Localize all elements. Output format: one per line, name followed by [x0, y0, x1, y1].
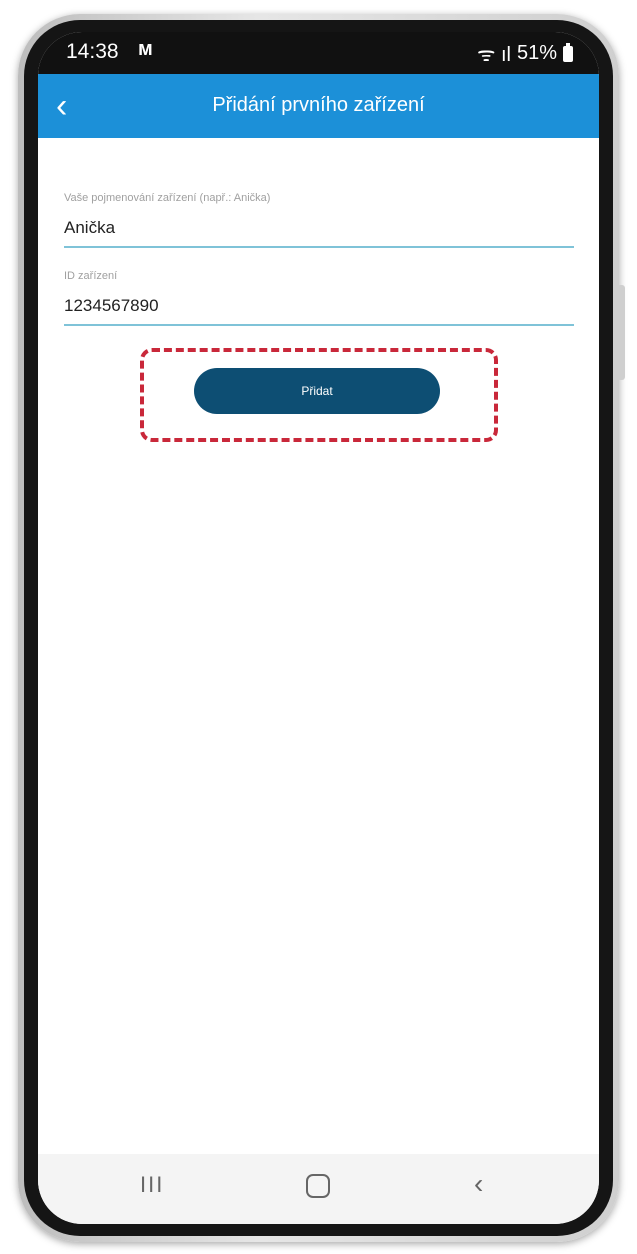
device-name-field[interactable]: Vaše pojmenování zařízení (např.: Anička…	[64, 192, 574, 248]
add-button[interactable]: Přidat	[194, 368, 440, 414]
device-name-input[interactable]: Anička	[64, 218, 574, 238]
battery-icon	[563, 42, 573, 62]
add-device-form: Vaše pojmenování zařízení (např.: Anička…	[64, 192, 574, 326]
notification-icon: ᴍ	[138, 38, 153, 60]
device-name-label: Vaše pojmenování zařízení (např.: Anička…	[64, 192, 271, 204]
phone-side-button	[617, 285, 625, 380]
recents-button[interactable]: III	[140, 1172, 164, 1198]
page-title: Přidání prvního zařízení	[212, 94, 425, 116]
signal-icon: ᯤ ıl	[477, 44, 511, 66]
system-nav-bar: III ‹	[38, 1154, 599, 1224]
status-time: 14:38	[66, 40, 119, 63]
status-indicators: ᯤ ıl 51%	[477, 40, 573, 67]
app-bar: ‹ Přidání prvního zařízení	[38, 74, 599, 138]
device-id-label: ID zařízení	[64, 270, 118, 282]
device-id-input[interactable]: 1234567890	[64, 296, 574, 316]
nav-back-button[interactable]: ‹	[474, 1168, 483, 1200]
status-bar: 14:38 ᴍ ᯤ ıl 51%	[38, 32, 599, 74]
device-id-underline	[64, 324, 574, 326]
device-screen: 14:38 ᴍ ᯤ ıl 51% ‹ Přidání prvního zaříz…	[38, 32, 599, 1224]
device-id-field[interactable]: ID zařízení 1234567890	[64, 270, 574, 326]
home-button[interactable]	[306, 1174, 330, 1198]
battery-percent: 51%	[516, 42, 557, 64]
